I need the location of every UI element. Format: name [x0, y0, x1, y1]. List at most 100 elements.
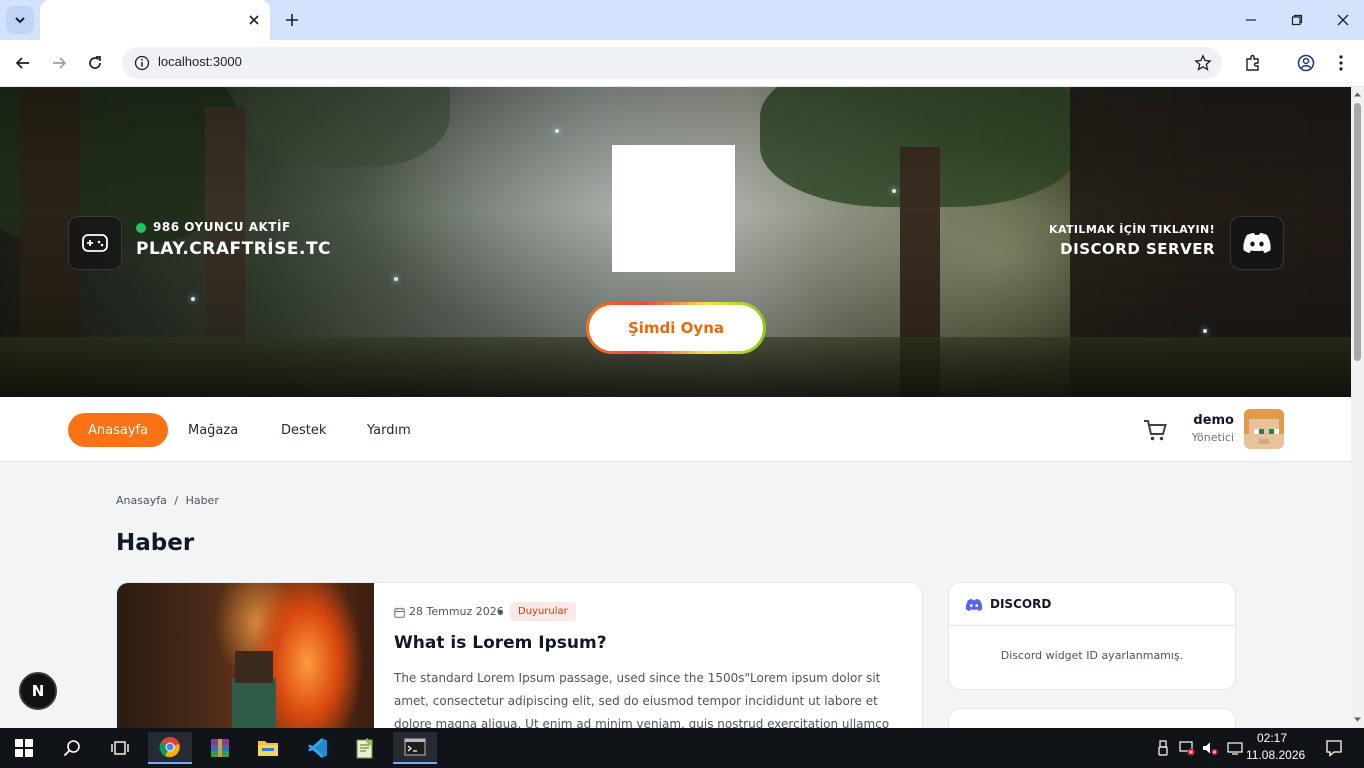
- scroll-down-icon[interactable]: [1353, 715, 1362, 724]
- address-bar[interactable]: localhost:3000: [122, 47, 1222, 79]
- news-title[interactable]: What is Lorem Ipsum?: [394, 633, 607, 653]
- discord-widget-card: DISCORD Discord widget ID ayarlanmamış.: [948, 582, 1236, 690]
- windows-taskbar: 02:17 11.08.2026: [0, 728, 1364, 768]
- site-navigation: Anasayfa Mağaza Destek Yardım demo Yönet…: [0, 397, 1351, 462]
- browser-menu-button[interactable]: [1330, 52, 1352, 74]
- nav-item-yardim[interactable]: Yardım: [347, 413, 431, 447]
- minimize-button[interactable]: [1241, 10, 1261, 30]
- profile-icon: [1297, 54, 1315, 72]
- plus-icon: [286, 14, 298, 26]
- online-status-dot: [136, 223, 146, 233]
- restore-button[interactable]: [1287, 10, 1307, 30]
- notification-icon[interactable]: [1325, 739, 1343, 757]
- taskbar-search-button[interactable]: [50, 732, 94, 764]
- taskbar-clock-time[interactable]: 02:17: [1252, 731, 1292, 745]
- page-title: Haber: [116, 530, 195, 556]
- taskbar-notepad-plus[interactable]: [343, 732, 387, 764]
- discord-icon: [1243, 233, 1271, 253]
- windows-icon: [15, 739, 33, 757]
- hero-firefly: [394, 277, 398, 281]
- browser-toolbar: localhost:3000: [0, 40, 1364, 87]
- play-now-label: Şimdi Oyna: [589, 305, 763, 351]
- devtools-badge[interactable]: N: [19, 672, 57, 710]
- search-icon: [63, 740, 80, 757]
- nav-item-magaza[interactable]: Mağaza: [168, 413, 258, 447]
- taskbar-winrar[interactable]: [198, 732, 242, 764]
- forward-button[interactable]: [47, 51, 71, 75]
- taskbar-vscode[interactable]: [295, 732, 339, 764]
- hero-firefly: [1203, 329, 1207, 333]
- news-thumbnail-figure: [232, 678, 276, 728]
- terminal-icon: [404, 738, 426, 756]
- hero-firefly: [555, 129, 559, 133]
- breadcrumb-home[interactable]: Anasayfa: [116, 494, 167, 507]
- hero-firefly: [191, 297, 195, 301]
- scroll-up-icon[interactable]: [1353, 90, 1362, 99]
- nav-item-anasayfa[interactable]: Anasayfa: [68, 413, 169, 447]
- discord-widget-title: DISCORD: [990, 597, 1052, 611]
- online-player-count: 986 OYUNCU AKTİF: [153, 220, 291, 234]
- scrollbar-thumb[interactable]: [1354, 103, 1361, 361]
- discord-widget-header: DISCORD: [949, 583, 1235, 626]
- star-icon[interactable]: [1194, 54, 1212, 72]
- discord-server-link[interactable]: DISCORD SERVER: [1060, 240, 1215, 258]
- play-now-button[interactable]: Şimdi Oyna: [586, 302, 766, 354]
- close-window-button[interactable]: [1333, 10, 1353, 30]
- folder-icon: [258, 741, 278, 756]
- reload-button[interactable]: [83, 51, 107, 75]
- back-icon: [15, 57, 29, 69]
- network-error-icon[interactable]: [1179, 740, 1195, 756]
- start-button[interactable]: [2, 732, 46, 764]
- news-card[interactable]: 28 Temmuz 2026 Duyurular What is Lorem I…: [116, 582, 923, 728]
- vscode-icon: [308, 738, 327, 758]
- news-thumbnail[interactable]: [117, 583, 374, 728]
- forward-icon: [53, 57, 67, 69]
- winrar-icon: [211, 739, 229, 757]
- discord-hint: KATILMAK İÇİN TIKLAYIN!: [1049, 223, 1215, 236]
- taskbar-chrome[interactable]: [148, 732, 192, 764]
- discord-widget-message: Discord widget ID ayarlanmamış.: [1000, 649, 1184, 662]
- reload-icon: [89, 56, 101, 69]
- news-excerpt: The standard Lorem Ipsum passage, used s…: [394, 671, 890, 728]
- news-category-badge[interactable]: Duyurular: [510, 602, 576, 621]
- profile-button[interactable]: [1295, 52, 1317, 74]
- menu-icon: [1339, 55, 1343, 71]
- avatar[interactable]: [1244, 409, 1284, 449]
- discord-button[interactable]: [1230, 216, 1284, 270]
- nav-item-destek[interactable]: Destek: [261, 413, 346, 447]
- volume-muted-icon[interactable]: [1202, 740, 1218, 756]
- breadcrumb-separator: /: [174, 494, 179, 507]
- taskbar-terminal[interactable]: [393, 732, 437, 764]
- user-name[interactable]: demo: [1193, 413, 1234, 428]
- discord-icon: [965, 599, 983, 611]
- extensions-button[interactable]: [1242, 52, 1264, 74]
- hero-banner: 986 OYUNCU AKTİF PLAY.CRAFTRİSE.TC KATIL…: [0, 87, 1351, 397]
- info-icon[interactable]: [134, 55, 150, 71]
- close-icon: [249, 15, 259, 25]
- player-head-icon: [1244, 409, 1284, 449]
- gamepad-icon: [82, 234, 108, 252]
- user-role: Yönetici: [1191, 431, 1234, 444]
- close-window-icon: [1337, 14, 1349, 26]
- taskbar-file-explorer[interactable]: [246, 732, 290, 764]
- calendar-icon: [394, 607, 405, 618]
- server-logo[interactable]: [612, 145, 735, 272]
- server-ip[interactable]: PLAY.CRAFTRİSE.TC: [136, 239, 331, 259]
- taskbar-clock-date[interactable]: 11.08.2026: [1246, 748, 1305, 762]
- page-scrollbar[interactable]: [1351, 87, 1364, 728]
- display-icon[interactable]: [1227, 740, 1243, 756]
- breadcrumb-current: Haber: [185, 494, 219, 507]
- tab-close-button[interactable]: [246, 12, 262, 28]
- new-tab-button[interactable]: [282, 10, 302, 30]
- cart-icon[interactable]: [1142, 417, 1168, 443]
- tab-search-button[interactable]: [6, 6, 34, 34]
- browser-tab[interactable]: [40, 0, 270, 40]
- task-view-button[interactable]: [98, 732, 142, 764]
- task-view-icon: [111, 741, 129, 755]
- back-button[interactable]: [11, 51, 35, 75]
- server-ip-button[interactable]: [68, 216, 122, 270]
- notepad-icon: [356, 738, 373, 759]
- chrome-icon: [159, 737, 180, 758]
- usb-icon[interactable]: [1155, 740, 1171, 756]
- url-text: localhost:3000: [158, 54, 242, 69]
